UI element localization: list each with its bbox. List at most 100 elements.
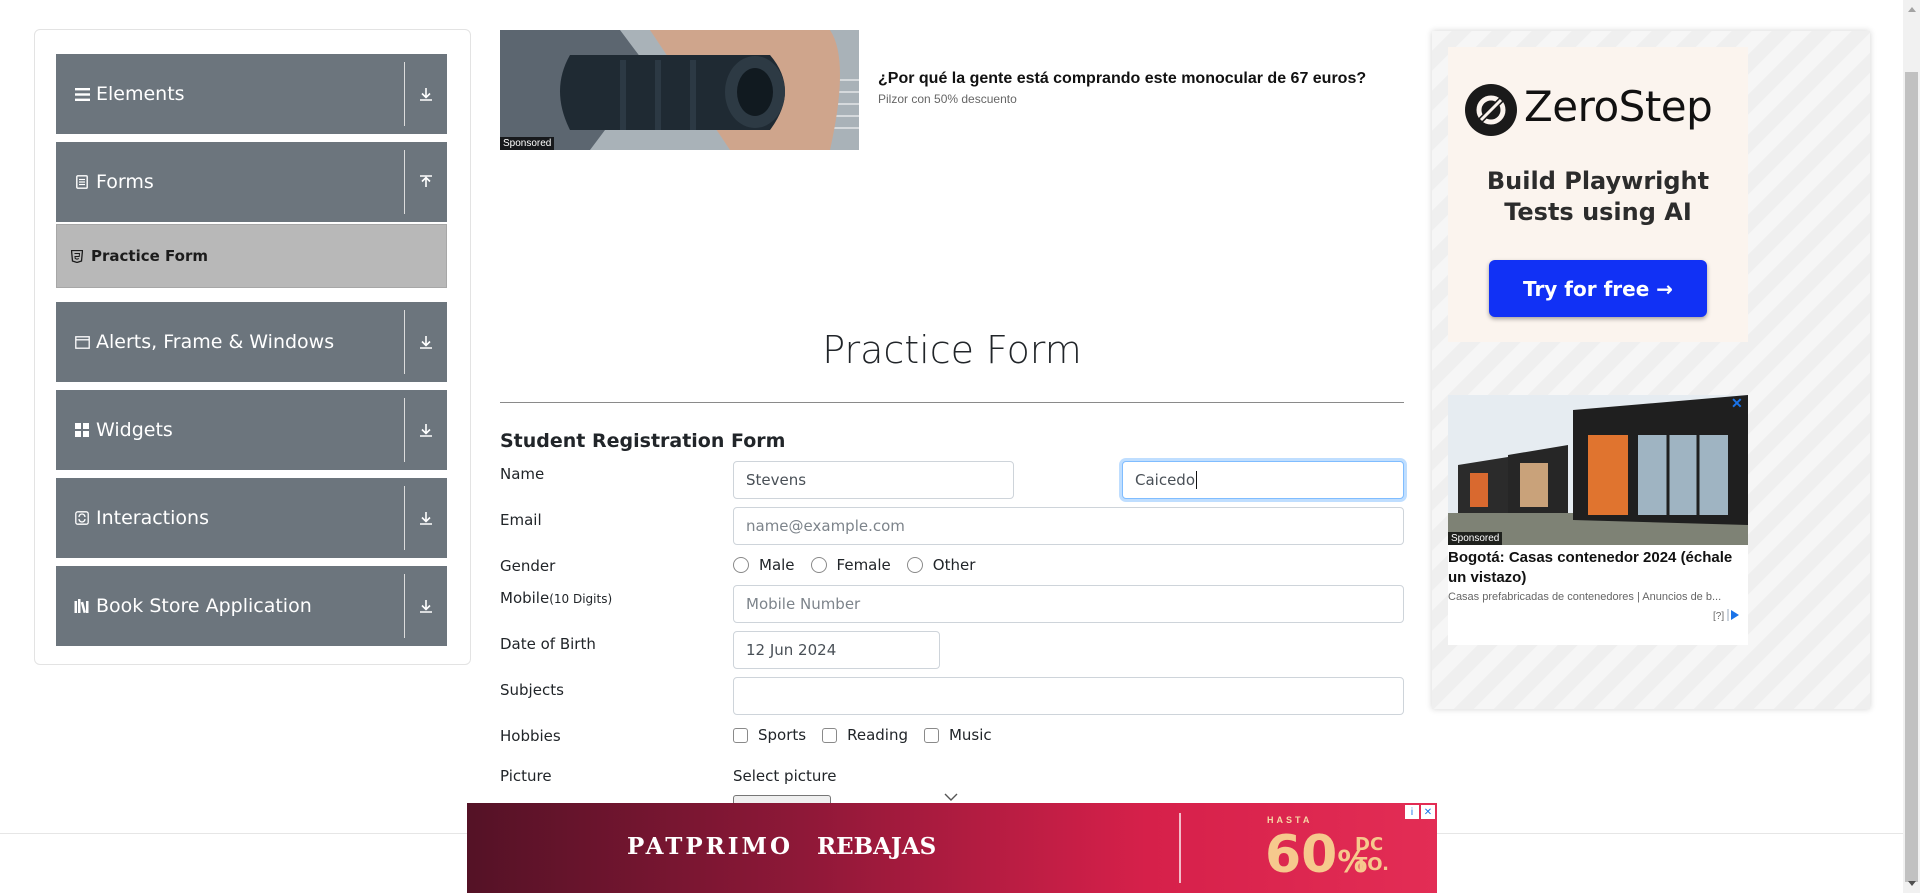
hobby-reading-option[interactable]: Reading [822, 726, 908, 744]
sidebar-group-label: Book Store Application [96, 595, 312, 617]
radio-button[interactable] [733, 557, 749, 573]
name-label: Name [500, 465, 545, 483]
option-label: Other [932, 556, 976, 574]
download-arrow-icon[interactable] [405, 302, 447, 382]
ad-promo: REBAJAS [817, 833, 937, 860]
close-icon[interactable]: ✕ [1421, 805, 1435, 819]
form-heading: Student Registration Form [500, 430, 786, 452]
adchoices[interactable]: [?] [1713, 609, 1741, 624]
ad-image-container-houses[interactable]: Sponsored [1448, 395, 1748, 545]
last-name-value: Caicedo [1135, 471, 1196, 489]
close-icon[interactable]: ✕ [1731, 395, 1743, 412]
sidebar-group-book-store[interactable]: Book Store Application [56, 566, 447, 646]
adchoices-icon [1727, 609, 1741, 624]
scrollbar-thumb[interactable] [1905, 72, 1918, 882]
radio-button[interactable] [906, 557, 923, 573]
select-picture-label: Select picture [733, 767, 837, 785]
title-divider [500, 402, 1404, 403]
bottom-banner-ad[interactable]: PATPRIMO REBAJAS HASTA 60% DC TO. i ✕ [467, 803, 1437, 893]
checkbox[interactable] [822, 727, 838, 743]
mobile-hint: (10 Digits) [549, 592, 613, 606]
text-caret [1196, 471, 1198, 489]
hobby-sports-option[interactable]: Sports [733, 726, 806, 744]
adchoices[interactable]: i ✕ [1405, 805, 1435, 819]
sidebar-group-label: Elements [96, 83, 185, 105]
document-icon [74, 174, 90, 190]
email-input[interactable]: name@example.com [733, 507, 1404, 545]
ad-discount-suffix: DC TO. [1355, 834, 1390, 875]
last-name-input[interactable]: Caicedo [1122, 461, 1404, 499]
sidebar-group-elements[interactable]: Elements [56, 54, 447, 134]
email-placeholder: name@example.com [746, 517, 905, 535]
grid-icon [74, 422, 90, 438]
option-label: Male [759, 556, 795, 574]
option-label: Sports [758, 726, 807, 744]
sponsored-label: Sponsored [500, 137, 555, 150]
try-for-free-button[interactable]: Try for free → [1489, 260, 1707, 317]
info-icon[interactable]: i [1405, 805, 1419, 819]
page-title: Practice Form [822, 328, 1082, 372]
hamburger-icon [74, 86, 90, 102]
subjects-label: Subjects [500, 681, 564, 699]
mobile-input[interactable]: Mobile Number [733, 585, 1404, 623]
books-icon [74, 598, 90, 614]
sidebar-group-alerts[interactable]: Alerts, Frame & Windows [56, 302, 447, 382]
divider [1179, 813, 1181, 883]
sidebar-group-widgets[interactable]: Widgets [56, 390, 447, 470]
scroll-down-icon[interactable] [1905, 877, 1918, 891]
picture-label: Picture [500, 767, 552, 785]
gender-radio-group: Male Female Other [733, 556, 991, 574]
dob-label: Date of Birth [500, 635, 596, 653]
sidebar-panel: Elements Forms Practice Form Alerts, Fra… [34, 29, 471, 665]
adchoice-label: [?] [1713, 611, 1725, 622]
ad-subtitle[interactable]: Pilzor con 50% descuento [878, 92, 1017, 106]
checkbox[interactable] [733, 727, 748, 743]
upload-arrow-icon[interactable] [405, 142, 447, 222]
checkbox[interactable] [923, 727, 939, 743]
first-name-value: Stevens [746, 471, 807, 489]
download-arrow-icon[interactable] [405, 478, 447, 558]
date-of-birth-input[interactable]: 12 Jun 2024 [733, 631, 940, 669]
download-arrow-icon[interactable] [405, 390, 447, 470]
download-arrow-icon[interactable] [405, 54, 447, 134]
ad-hasta: HASTA [1267, 815, 1313, 825]
gender-female-option[interactable]: Female [810, 556, 891, 574]
ad-image-monocular[interactable]: Sponsored [500, 30, 859, 150]
gender-male-option[interactable]: Male [733, 556, 795, 574]
ad-discount: 60% [1265, 825, 1368, 885]
ad-brand: PATPRIMO [627, 833, 793, 860]
first-name-input[interactable]: Stevens [733, 461, 1014, 499]
hobbies-label: Hobbies [500, 727, 561, 745]
option-label: Music [948, 726, 992, 744]
option-label: Female [836, 556, 891, 574]
subjects-input[interactable] [733, 677, 1404, 715]
sidebar-group-label: Interactions [96, 507, 209, 529]
option-label: Reading [847, 726, 908, 744]
ad-headline[interactable]: ¿Por qué la gente está comprando este mo… [878, 70, 1366, 88]
interactions-icon [74, 510, 90, 526]
radio-button[interactable] [810, 557, 827, 573]
window-icon [74, 334, 90, 350]
sidebar-item-practice-form[interactable]: Practice Form [56, 224, 447, 288]
sidebar-group-label: Alerts, Frame & Windows [96, 331, 335, 353]
hobby-music-option[interactable]: Music [923, 726, 992, 744]
mobile-placeholder: Mobile Number [746, 595, 861, 613]
zerostep-brand: ZeroStep [1524, 82, 1713, 131]
scroll-up-icon[interactable] [1905, 2, 1918, 16]
mobile-label: Mobile(10 Digits) [500, 589, 613, 607]
dob-value: 12 Jun 2024 [746, 641, 837, 659]
sidebar-group-label: Widgets [96, 419, 173, 441]
zerostep-headline: Build Playwright Tests using AI [1486, 167, 1710, 226]
gender-other-option[interactable]: Other [906, 556, 976, 574]
zerostep-logo-icon [1464, 83, 1518, 142]
sidebar-item-label: Practice Form [91, 247, 208, 265]
gender-label: Gender [500, 557, 556, 575]
download-arrow-icon[interactable] [405, 566, 447, 646]
sidebar-group-label: Forms [96, 171, 154, 193]
email-label: Email [500, 511, 542, 529]
sidebar-group-interactions[interactable]: Interactions [56, 478, 447, 558]
sidebar-group-forms[interactable]: Forms [56, 142, 447, 222]
ad-subtitle[interactable]: Casas prefabricadas de contenedores | An… [1448, 591, 1748, 603]
ad-headline[interactable]: Bogotá: Casas contenedor 2024 (échale un… [1448, 548, 1748, 588]
sponsored-label: Sponsored [1448, 532, 1503, 545]
